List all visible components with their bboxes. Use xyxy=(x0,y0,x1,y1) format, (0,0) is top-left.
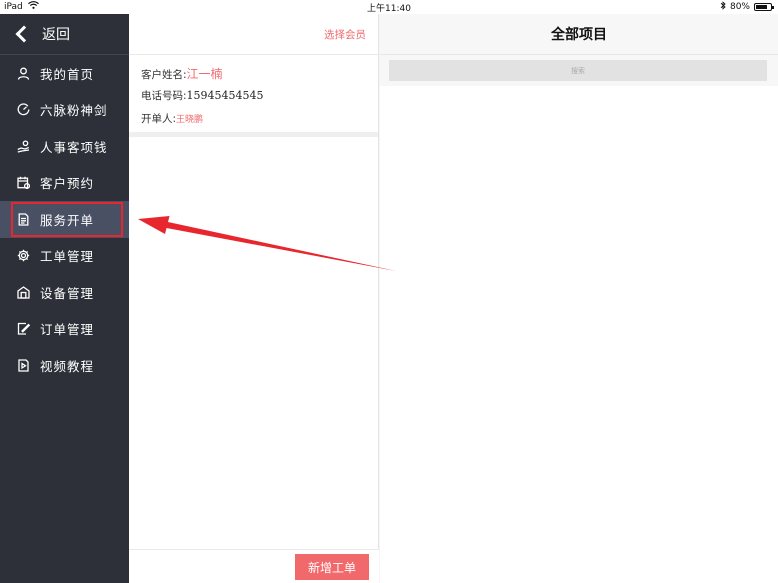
order-panel-footer: 新增工单 xyxy=(129,549,379,583)
customer-name-label: 客户姓名: xyxy=(141,69,187,81)
sidebar-item-label: 视频教程 xyxy=(40,358,95,374)
order-panel: 选择会员 客户姓名: 江一楠 电话号码: 15945454545 开单人: 王晓… xyxy=(129,14,379,583)
sidebar: 返回 我的首页 六脉粉神剑 人事客项钱 客户预约 服务开单 工单管理 设备管理 … xyxy=(0,14,129,583)
status-bar: iPad 上午11:40 80% xyxy=(0,0,778,14)
order-panel-header: 选择会员 xyxy=(129,14,378,55)
customer-info: 客户姓名: 江一楠 电话号码: 15945454545 开单人: 王晓鹏 xyxy=(129,55,378,137)
video-doc-icon xyxy=(17,359,30,372)
document-icon xyxy=(17,213,30,226)
calendar-icon xyxy=(17,176,30,190)
sidebar-item-liumai[interactable]: 六脉粉神剑 xyxy=(0,92,129,129)
sidebar-item-appointment[interactable]: 客户预约 xyxy=(0,165,129,202)
hand-coin-icon xyxy=(17,140,30,153)
back-label: 返回 xyxy=(42,27,70,43)
add-work-order-button[interactable]: 新增工单 xyxy=(295,554,369,580)
status-right: 80% xyxy=(720,1,774,13)
sidebar-item-home[interactable]: 我的首页 xyxy=(0,55,129,92)
sidebar-item-work-order[interactable]: 工单管理 xyxy=(0,238,129,275)
battery-icon xyxy=(754,3,774,11)
chevron-left-icon xyxy=(15,25,33,43)
back-button[interactable]: 返回 xyxy=(0,14,129,55)
battery-fill xyxy=(756,5,768,9)
edit-doc-icon xyxy=(17,322,30,335)
opener-label: 开单人: xyxy=(141,113,177,125)
customer-name-value: 江一楠 xyxy=(186,67,223,81)
sidebar-item-label: 我的首页 xyxy=(40,66,95,82)
sidebar-item-video[interactable]: 视频教程 xyxy=(0,347,129,384)
sidebar-item-service-order[interactable]: 服务开单 xyxy=(0,201,129,238)
phone-label: 电话号码: xyxy=(141,90,187,102)
bluetooth-icon xyxy=(720,1,726,13)
sidebar-item-renshi[interactable]: 人事客项钱 xyxy=(0,128,129,165)
sidebar-item-label: 六脉粉神剑 xyxy=(40,103,108,119)
phone-row: 电话号码: 15945454545 xyxy=(141,88,366,111)
gear-icon xyxy=(17,249,30,262)
building-icon xyxy=(17,285,30,299)
projects-title: 全部项目 xyxy=(380,14,778,55)
sidebar-item-label: 设备管理 xyxy=(40,285,95,301)
sidebar-item-label: 人事客项钱 xyxy=(40,139,108,155)
phone-value: 15945454545 xyxy=(186,89,264,102)
battery-percent: 80% xyxy=(729,2,750,12)
person-icon xyxy=(17,67,30,80)
sidebar-item-label: 服务开单 xyxy=(40,212,95,228)
select-member-link[interactable]: 选择会员 xyxy=(324,27,366,42)
customer-name-row: 客户姓名: 江一楠 xyxy=(141,65,366,88)
sidebar-item-equipment[interactable]: 设备管理 xyxy=(0,274,129,311)
projects-panel: 全部项目 搜索 xyxy=(380,14,778,583)
gauge-icon xyxy=(17,103,30,116)
opener-row: 开单人: 王晓鹏 xyxy=(141,111,366,134)
sidebar-item-label: 客户预约 xyxy=(40,176,95,192)
search-bar: 搜索 xyxy=(380,55,778,86)
status-time: 上午11:40 xyxy=(367,4,411,14)
opener-value: 王晓鹏 xyxy=(176,115,204,125)
app-root: iPad 上午11:40 80% 返回 我的首页 六脉粉神剑 人事客项钱 客户预… xyxy=(0,0,778,583)
sidebar-item-orders[interactable]: 订单管理 xyxy=(0,311,129,348)
search-input[interactable]: 搜索 xyxy=(389,60,767,81)
sidebar-item-label: 订单管理 xyxy=(40,322,95,338)
sidebar-item-label: 工单管理 xyxy=(40,249,95,265)
